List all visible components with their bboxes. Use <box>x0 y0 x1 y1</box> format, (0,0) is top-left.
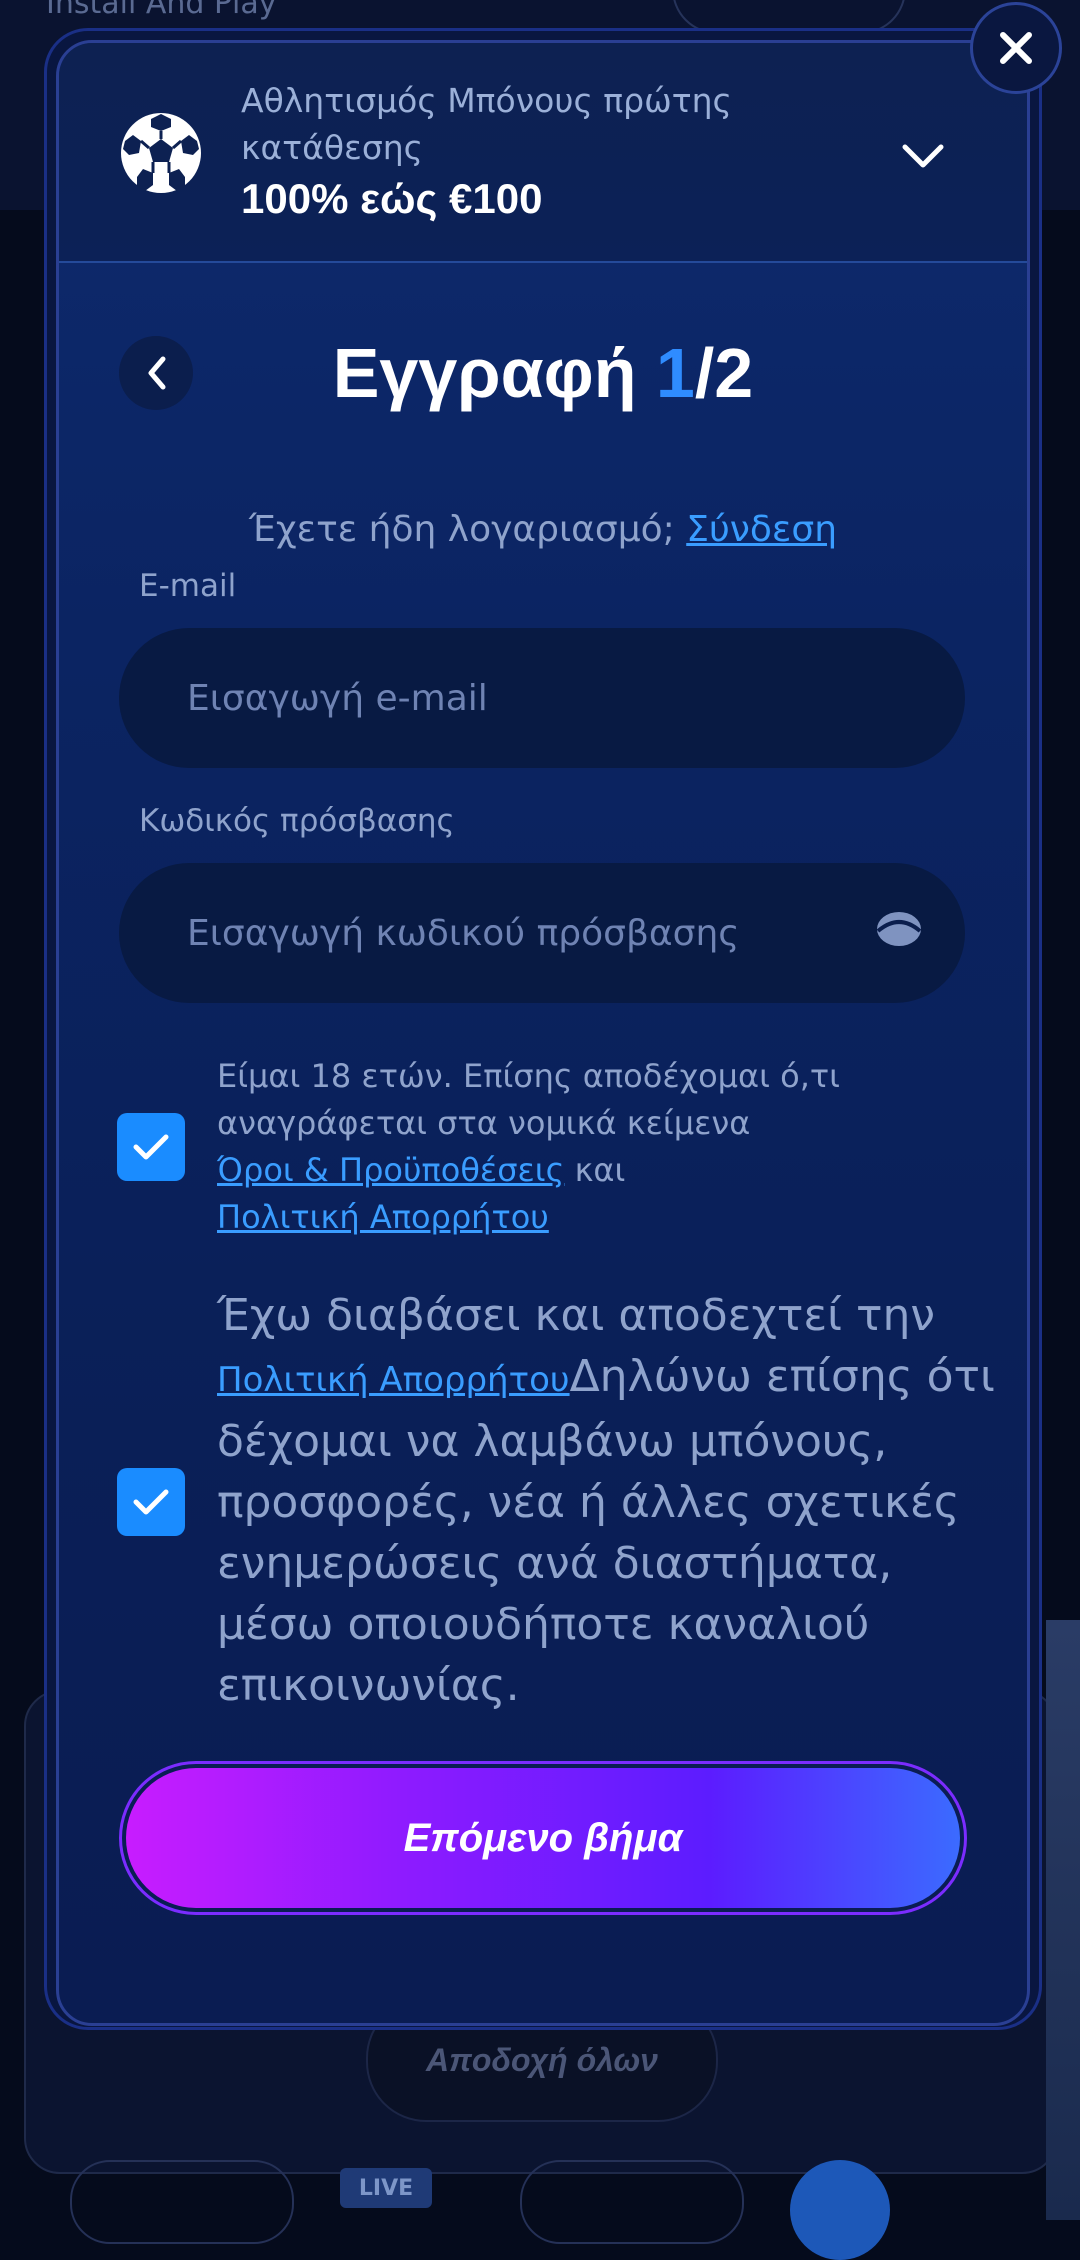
login-prompt: Έχετε ήδη λογαριασμό; Σύνδεση <box>59 509 1027 550</box>
close-button[interactable] <box>970 2 1062 94</box>
background-accept-all-label: Αποδοχή όλων <box>426 2041 658 2078</box>
terms-conditions-link[interactable]: Όροι & Προϋποθέσεις <box>217 1151 564 1189</box>
terms-checkbox[interactable] <box>117 1113 185 1181</box>
login-link[interactable]: Σύνδεση <box>686 509 837 550</box>
registration-modal: Αθλητισμός Μπόνους πρώτης κατάθεσης 100%… <box>56 40 1030 2026</box>
page-title-text: Εγγραφή <box>332 334 637 412</box>
background-round-icon <box>790 2160 890 2260</box>
privacy-policy-link[interactable]: Πολιτική Απορρήτου <box>217 1198 549 1236</box>
email-label: E-mail <box>139 568 237 604</box>
next-step-button[interactable]: Επόμενο βήμα <box>126 1768 960 1908</box>
bonus-title: Αθλητισμός Μπόνους πρώτης κατάθεσης <box>241 81 732 167</box>
background-live-badge: LIVE <box>340 2168 432 2208</box>
terms-text: Είμαι 18 ετών. Επίσης αποδέχομαι ό,τι αν… <box>217 1053 977 1241</box>
soccer-ball-icon <box>121 113 201 193</box>
password-label: Κωδικός πρόσβασης <box>139 803 455 839</box>
login-prompt-text: Έχετε ήδη λογαριασμό; <box>248 509 687 550</box>
marketing-consent-checkbox[interactable] <box>117 1468 185 1536</box>
bonus-selector[interactable]: Αθλητισμός Μπόνους πρώτης κατάθεσης 100%… <box>59 43 1027 263</box>
terms-text-before: Είμαι 18 ετών. Επίσης αποδέχομαι ό,τι αν… <box>217 1057 840 1142</box>
consent-text-before: Έχω διαβάσει και αποδεχτεί την <box>217 1290 935 1341</box>
background-header-text: Install And Play <box>46 0 277 21</box>
bonus-amount: 100% εώς €100 <box>241 175 543 222</box>
checkmark-icon <box>133 1489 169 1515</box>
step-total: /2 <box>694 334 754 412</box>
background-bottom-pill <box>70 2160 294 2244</box>
email-field[interactable] <box>119 628 965 768</box>
background-bottom-pill <box>520 2160 744 2244</box>
consent-privacy-link[interactable]: Πολιτική Απορρήτου <box>217 1360 570 1400</box>
eye-icon[interactable] <box>875 909 923 949</box>
next-step-button-frame: Επόμενο βήμα <box>119 1761 967 1915</box>
background-side-image <box>1046 1620 1080 2220</box>
close-icon <box>1000 32 1032 64</box>
marketing-consent-text: Έχω διαβάσει και αποδεχτεί την Πολιτική … <box>217 1285 997 1716</box>
terms-and: και <box>564 1151 626 1189</box>
page-title: Εγγραφή 1/2 <box>59 333 1027 413</box>
step-current: 1 <box>655 334 695 412</box>
chevron-down-icon[interactable] <box>899 141 947 171</box>
consent-text-after: Δηλώνω επίσης ότι δέχομαι να λαμβάνω μπό… <box>217 1351 995 1711</box>
checkmark-icon <box>133 1134 169 1160</box>
password-field[interactable] <box>119 863 965 1003</box>
